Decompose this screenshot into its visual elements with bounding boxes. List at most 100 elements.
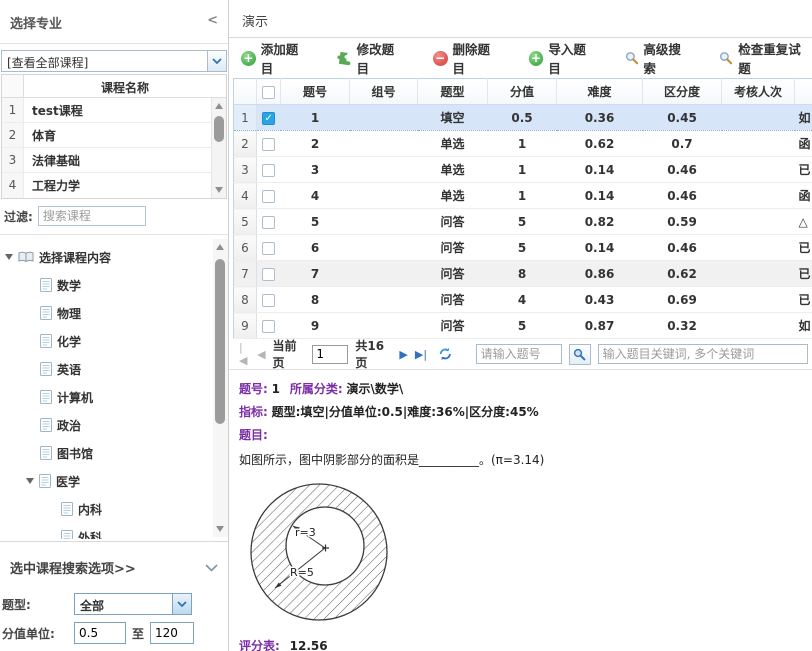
question-type-select[interactable]: 全部 [74, 593, 192, 615]
tree-item[interactable]: 图书馆 [0, 439, 228, 467]
checkbox-cell[interactable] [257, 261, 281, 287]
scrollbar-thumb[interactable] [215, 259, 225, 424]
toolbar-button[interactable]: 高级搜索 [625, 39, 693, 77]
question-row[interactable]: 55问答50.820.59△ [234, 209, 812, 235]
course-search-input[interactable] [38, 206, 146, 226]
column-header[interactable]: 组号 [350, 79, 418, 105]
detail-category-value: 演示\数学\ [346, 382, 403, 396]
question-row[interactable]: 66问答50.140.46已 [234, 235, 812, 261]
row-checkbox[interactable] [262, 164, 275, 177]
question-preview-cell: 如 [795, 105, 812, 131]
search-options-header[interactable]: 选中课程搜索选项>> [0, 541, 228, 589]
score-max-input[interactable] [150, 622, 194, 644]
tree-scrollbar[interactable] [213, 239, 228, 537]
tree-item[interactable]: 计算机 [0, 383, 228, 411]
toolbar-button[interactable]: 检查重复试题 [719, 39, 812, 77]
question-row[interactable]: 22单选10.620.7函 [234, 131, 812, 157]
expander-icon[interactable] [5, 254, 13, 260]
course-filter-dropdown[interactable]: [查看全部课程] [1, 50, 227, 72]
question-row[interactable]: 33单选10.140.46已 [234, 157, 812, 183]
toolbar-button[interactable]: −删除题目 [433, 39, 502, 77]
tree-item[interactable]: 政治 [0, 411, 228, 439]
row-checkbox[interactable] [262, 294, 275, 307]
question-row[interactable]: 77问答80.860.62已 [234, 261, 812, 287]
course-list-scrollbar[interactable] [211, 98, 226, 198]
next-page-button[interactable]: ▶ [399, 348, 407, 361]
checkbox-cell[interactable] [257, 287, 281, 313]
scrollbar-thumb[interactable] [214, 116, 224, 142]
tree-item[interactable]: 医学 [0, 467, 228, 495]
row-checkbox[interactable] [262, 138, 275, 151]
refresh-icon[interactable] [438, 346, 453, 362]
tree-item[interactable]: 物理 [0, 299, 228, 327]
row-checkbox[interactable] [262, 216, 275, 229]
row-checkbox[interactable] [262, 190, 275, 203]
chevron-down-icon[interactable] [207, 51, 226, 71]
tab-demo[interactable]: 演示 [242, 15, 268, 30]
checkbox-cell[interactable] [257, 157, 281, 183]
checkbox-cell[interactable] [257, 209, 281, 235]
column-header[interactable]: 考核人次 [722, 79, 795, 105]
toolbar-button[interactable]: 修改题目 [337, 39, 406, 77]
checkbox-cell[interactable] [257, 183, 281, 209]
select-all-checkbox[interactable] [262, 86, 275, 99]
column-header[interactable]: 题型 [418, 79, 488, 105]
scroll-up-icon[interactable] [215, 103, 223, 109]
checkbox-cell[interactable]: ✓ [257, 105, 281, 131]
row-checkbox[interactable] [262, 268, 275, 281]
toolbar-button[interactable]: +添加题目 [241, 39, 310, 77]
course-table: 课程名称 1test课程2体育3法律基础4工程力学 [1, 74, 227, 199]
column-header[interactable]: 题号 [281, 79, 350, 105]
expander-spacer [47, 537, 56, 538]
exam-count-cell [722, 235, 795, 261]
first-page-button[interactable]: |◀ [239, 341, 250, 367]
last-page-button[interactable]: ▶| [415, 348, 427, 361]
question-preview-cell: 已 [795, 235, 812, 261]
checkbox-cell[interactable] [257, 313, 281, 339]
row-checkbox[interactable] [262, 242, 275, 255]
to-label: 至 [132, 625, 144, 642]
question-row[interactable]: 99问答50.870.32如 [234, 313, 812, 339]
tree-item-label: 化学 [57, 333, 81, 350]
search-button[interactable] [569, 344, 591, 365]
scroll-up-icon[interactable] [216, 244, 224, 250]
keyword-search-input[interactable] [598, 344, 808, 364]
score-min-input[interactable] [74, 622, 126, 644]
course-row[interactable]: 4工程力学 [2, 173, 226, 198]
difficulty-cell: 0.43 [557, 287, 643, 313]
column-header[interactable]: 难度 [557, 79, 643, 105]
course-row[interactable]: 2体育 [2, 123, 226, 148]
row-checkbox[interactable]: ✓ [262, 112, 275, 125]
checkbox-cell[interactable] [257, 235, 281, 261]
tree-item[interactable]: 外科 [0, 523, 228, 539]
tree-item[interactable]: 英语 [0, 355, 228, 383]
checkbox-cell[interactable] [257, 131, 281, 157]
question-row[interactable]: 88问答40.430.69已 [234, 287, 812, 313]
prev-page-button[interactable]: ◀ [257, 348, 265, 361]
group-number-cell [350, 183, 418, 209]
scroll-down-icon[interactable] [215, 187, 223, 193]
course-row[interactable]: 1test课程 [2, 98, 226, 123]
column-header[interactable]: 区分度 [643, 79, 722, 105]
select-all-header [257, 79, 281, 105]
tree-item[interactable]: 选择课程内容 [0, 243, 228, 271]
chevron-down-icon[interactable] [205, 564, 218, 572]
scroll-down-icon[interactable] [216, 526, 224, 532]
difficulty-cell: 0.86 [557, 261, 643, 287]
question-row[interactable]: 1✓1填空0.50.360.45如 [234, 105, 812, 131]
toolbar-button-label: 添加题目 [261, 39, 310, 77]
column-header[interactable]: 分值 [488, 79, 557, 105]
question-number-search-input[interactable] [476, 344, 562, 364]
page-number-input[interactable] [312, 345, 348, 364]
score-cell: 1 [488, 131, 557, 157]
tree-item[interactable]: 内科 [0, 495, 228, 523]
chevron-down-icon[interactable] [172, 594, 191, 614]
expander-icon[interactable] [26, 478, 34, 484]
tree-item[interactable]: 化学 [0, 327, 228, 355]
toolbar-button[interactable]: +导入题目 [529, 39, 598, 77]
collapse-panel-icon[interactable]: < [207, 13, 218, 28]
row-checkbox[interactable] [262, 320, 275, 333]
question-row[interactable]: 44单选10.140.46函 [234, 183, 812, 209]
course-row[interactable]: 3法律基础 [2, 148, 226, 173]
tree-item[interactable]: 数学 [0, 271, 228, 299]
